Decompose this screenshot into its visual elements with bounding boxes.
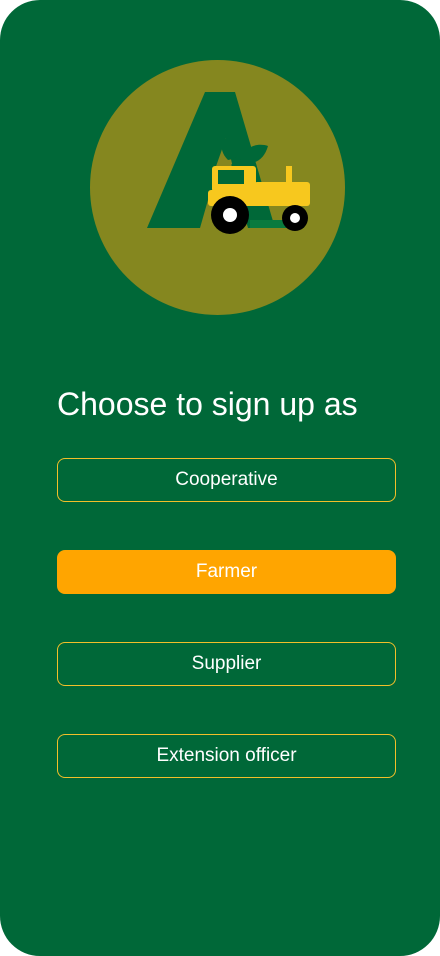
page-title: Choose to sign up as xyxy=(57,386,358,422)
signup-role-screen: Choose to sign up as Cooperative Farmer … xyxy=(0,0,440,956)
supplier-button[interactable]: Supplier xyxy=(57,642,396,686)
farmer-button[interactable]: Farmer xyxy=(57,550,396,594)
cooperative-button[interactable]: Cooperative xyxy=(57,458,396,502)
app-logo xyxy=(90,60,345,315)
tractor-logo-icon xyxy=(90,60,345,315)
extension-officer-button[interactable]: Extension officer xyxy=(57,734,396,778)
